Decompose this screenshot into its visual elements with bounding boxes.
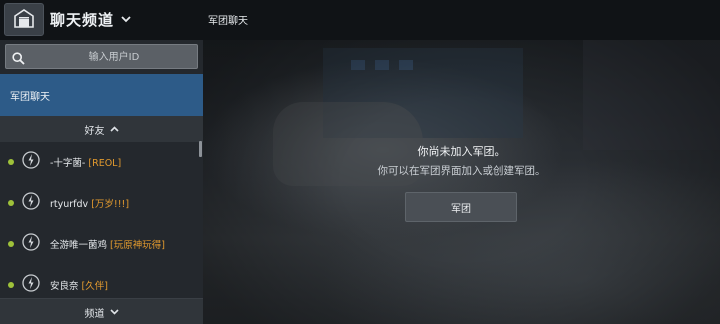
background-vignette <box>203 40 720 324</box>
chevron-down-icon <box>109 309 119 315</box>
no-clan-hint: 你可以在军团界面加入或创建军团。 <box>377 165 546 177</box>
player-badge-icon <box>22 273 40 296</box>
online-status-dot <box>8 199 14 206</box>
channels-label: 频道 <box>84 308 105 320</box>
chat-channel-dropdown[interactable]: 聊天频道 <box>50 0 131 38</box>
player-badge-icon <box>22 232 40 255</box>
no-clan-title: 你尚未加入军团。 <box>417 145 506 158</box>
player-badge-icon <box>22 191 40 214</box>
channels-section-toggle[interactable]: 频道 <box>0 298 203 324</box>
friend-list-item[interactable]: 全游唯一菌鸡 [玩原神玩得] <box>0 223 199 264</box>
friend-name: -十字菌- [REOL] <box>50 157 122 169</box>
friends-section-toggle[interactable]: 好友 <box>0 116 203 142</box>
no-clan-message: 你尚未加入军团。 你可以在军团界面加入或创建军团。 <box>203 143 720 178</box>
friends-scrollbar[interactable] <box>199 141 202 157</box>
friend-list-item[interactable]: rtyurfdv [万岁!!!] <box>0 182 199 223</box>
search-box <box>5 44 198 70</box>
online-status-dot <box>8 281 14 288</box>
friend-clan-tag: [玩原神玩得] <box>110 239 165 251</box>
top-bar: 聊天频道 军团聊天 <box>0 0 720 40</box>
sidebar-item-clan-chat[interactable]: 军团聊天 <box>0 74 203 116</box>
hangar-icon <box>13 8 35 32</box>
chat-main-panel: 你尚未加入军团。 你可以在军团界面加入或创建军团。 军团 <box>203 40 720 324</box>
friend-clan-tag: [万岁!!!] <box>91 198 130 210</box>
sidebar-item-label: 军团聊天 <box>10 91 50 103</box>
friend-name: 全游唯一菌鸡 [玩原神玩得] <box>50 239 165 251</box>
friend-name: rtyurfdv [万岁!!!] <box>50 198 130 210</box>
online-status-dot <box>8 240 14 247</box>
home-button[interactable] <box>4 3 44 36</box>
friend-clan-tag: [久伴] <box>81 280 108 292</box>
friends-label: 好友 <box>84 125 105 137</box>
online-status-dot <box>8 158 14 165</box>
page-title: 聊天频道 <box>50 10 115 29</box>
chevron-down-icon <box>121 15 131 23</box>
search-input[interactable] <box>30 45 198 70</box>
chat-title: 军团聊天 <box>208 16 248 27</box>
friend-list-item[interactable]: -十字菌- [REOL] <box>0 141 199 182</box>
player-badge-icon <box>22 150 40 173</box>
friend-name: 安良奈 [久伴] <box>50 280 108 292</box>
clan-button[interactable]: 军团 <box>405 192 517 222</box>
sidebar: 军团聊天 好友 -十字菌- [REOL] rtyurfdv [万岁!!!] 全游… <box>0 40 203 324</box>
search-icon <box>12 50 25 69</box>
chevron-up-icon <box>109 126 119 132</box>
friend-clan-tag: [REOL] <box>88 157 122 169</box>
